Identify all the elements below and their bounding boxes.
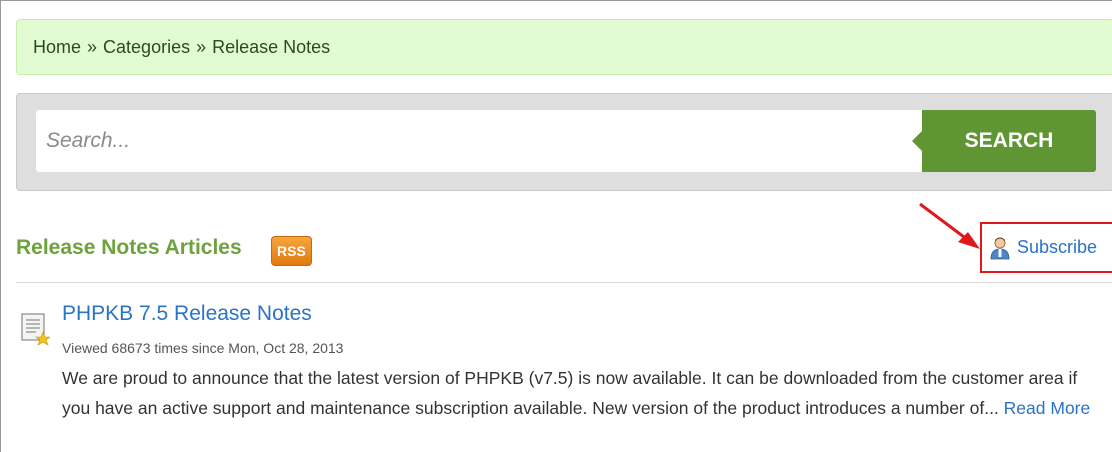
breadcrumb-categories[interactable]: Categories — [103, 37, 190, 58]
article-title-link[interactable]: PHPKB 7.5 Release Notes — [62, 302, 312, 326]
breadcrumb-current: Release Notes — [212, 36, 331, 57]
window-top-border — [0, 0, 1112, 1]
article-summary: We are proud to announce that the latest… — [62, 363, 1102, 423]
section-title: Release Notes Articles — [16, 236, 242, 259]
search-panel: SEARCH — [16, 93, 1112, 191]
annotation-arrow-icon — [919, 202, 980, 249]
read-more-link[interactable]: Read More — [1004, 398, 1091, 418]
article-meta: Viewed 68673 times since Mon, Oct 28, 20… — [62, 340, 344, 356]
subscribe-highlight-box: Subscribe — [980, 222, 1112, 273]
section-divider — [16, 282, 1112, 283]
breadcrumb: Home » Categories » Release Notes — [16, 19, 1112, 75]
article-document-star-icon — [21, 313, 50, 346]
user-subscribe-icon — [990, 237, 1010, 259]
breadcrumb-separator: » — [87, 36, 98, 57]
search-button[interactable]: SEARCH — [912, 110, 1096, 172]
subscribe-link[interactable]: Subscribe — [1017, 237, 1097, 258]
rss-feed-badge[interactable]: RSS — [271, 236, 312, 266]
breadcrumb-home[interactable]: Home — [33, 37, 81, 58]
breadcrumb-separator: » — [196, 36, 207, 57]
window-left-border — [0, 0, 1, 452]
article-summary-text: We are proud to announce that the latest… — [62, 368, 1078, 418]
search-input[interactable] — [36, 110, 922, 172]
